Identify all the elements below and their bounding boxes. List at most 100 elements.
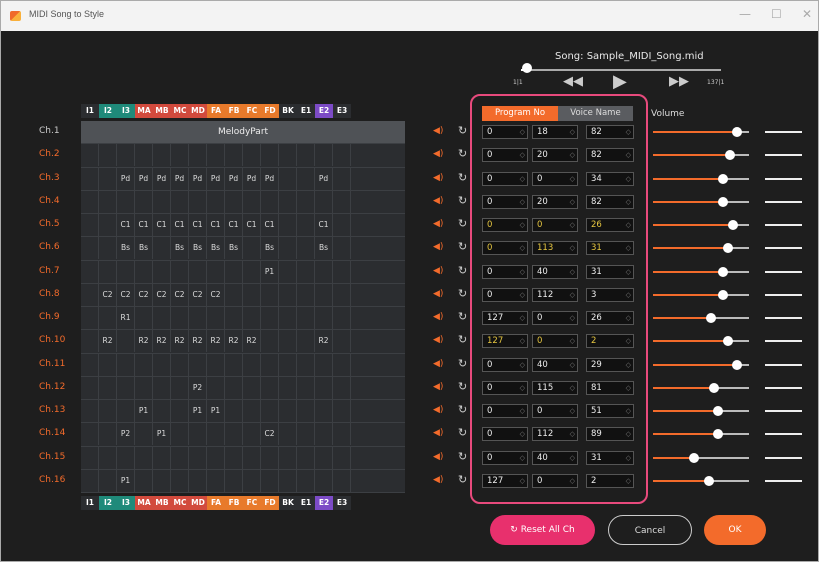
fast-forward-icon[interactable]: ▶▶ <box>669 74 689 89</box>
grid-cell[interactable] <box>225 283 243 306</box>
grid-cell[interactable] <box>225 144 243 167</box>
grid-cell[interactable]: C2 <box>189 283 207 306</box>
grid-cell[interactable] <box>171 469 189 492</box>
grid-cell[interactable] <box>207 307 225 329</box>
grid-cell[interactable] <box>243 376 261 399</box>
grid-cell[interactable] <box>315 446 333 469</box>
grid-cell[interactable] <box>279 260 297 283</box>
volume-slider[interactable] <box>653 247 749 250</box>
grid-cell[interactable] <box>117 190 135 213</box>
grid-cell[interactable] <box>171 260 189 283</box>
grid-cell[interactable] <box>117 330 135 353</box>
speaker-icon[interactable]: ◀) <box>433 266 443 276</box>
speaker-icon[interactable]: ◀) <box>433 382 443 392</box>
speaker-icon[interactable]: ◀) <box>433 359 443 369</box>
grid-cell[interactable] <box>297 446 315 469</box>
grid-cell[interactable] <box>99 214 117 236</box>
volume-knob[interactable] <box>718 196 729 207</box>
speaker-icon[interactable]: ◀) <box>433 289 443 299</box>
cancel-button[interactable]: Cancel <box>608 515 692 545</box>
grid-cell[interactable]: Pd <box>243 167 261 190</box>
grid-cell[interactable]: P1 <box>189 400 207 422</box>
grid-cell[interactable]: R2 <box>243 330 261 353</box>
grid-cell[interactable] <box>99 260 117 283</box>
grid-cell[interactable]: R2 <box>171 330 189 353</box>
grid-cell[interactable] <box>171 446 189 469</box>
grid-cell[interactable] <box>333 353 351 376</box>
volume-knob[interactable] <box>732 359 743 370</box>
pan-indicator[interactable] <box>765 270 802 273</box>
grid-cell[interactable]: C1 <box>243 214 261 236</box>
grid-cell[interactable] <box>261 330 279 353</box>
grid-cell[interactable] <box>333 376 351 399</box>
grid-cell[interactable]: Pd <box>189 167 207 190</box>
grid-cell[interactable] <box>171 423 189 446</box>
grid-cell[interactable] <box>243 446 261 469</box>
grid-cell[interactable] <box>81 167 99 190</box>
grid-cell[interactable] <box>297 330 315 353</box>
grid-cell[interactable] <box>99 353 117 376</box>
grid-cell[interactable] <box>135 144 153 167</box>
grid-cell[interactable] <box>99 376 117 399</box>
reset-channel-icon[interactable]: ↻ <box>458 333 467 346</box>
grid-cell[interactable] <box>261 144 279 167</box>
grid-cell[interactable] <box>279 400 297 422</box>
grid-cell[interactable] <box>261 400 279 422</box>
grid-cell[interactable]: R1 <box>117 307 135 329</box>
pan-indicator[interactable] <box>765 433 802 436</box>
volume-slider[interactable] <box>653 177 749 180</box>
grid-cell[interactable] <box>243 353 261 376</box>
grid-cell[interactable] <box>153 237 171 260</box>
grid-cell[interactable] <box>243 400 261 422</box>
reset-channel-icon[interactable]: ↻ <box>458 264 467 277</box>
reset-channel-icon[interactable]: ↻ <box>458 147 467 160</box>
grid-cell[interactable]: P2 <box>189 376 207 399</box>
grid-cell[interactable] <box>135 260 153 283</box>
grid-cell[interactable]: R2 <box>189 330 207 353</box>
grid-cell[interactable] <box>153 260 171 283</box>
grid-cell[interactable]: Bs <box>225 237 243 260</box>
grid-cell[interactable] <box>81 144 99 167</box>
volume-slider[interactable] <box>653 293 749 296</box>
grid-cell[interactable] <box>297 144 315 167</box>
tab-program-no[interactable]: Program No <box>482 106 558 121</box>
grid-cell[interactable] <box>279 214 297 236</box>
grid-cell[interactable] <box>243 469 261 492</box>
reset-channel-icon[interactable]: ↻ <box>458 217 467 230</box>
grid-cell[interactable] <box>171 376 189 399</box>
grid-cell[interactable] <box>225 260 243 283</box>
melody-part-bar[interactable]: MelodyPart <box>81 121 405 143</box>
grid-cell[interactable] <box>243 283 261 306</box>
reset-channel-icon[interactable]: ↻ <box>458 473 467 486</box>
volume-knob[interactable] <box>713 406 724 416</box>
speaker-icon[interactable]: ◀) <box>433 126 443 136</box>
grid-cell[interactable] <box>315 469 333 492</box>
pan-indicator[interactable] <box>765 154 802 157</box>
grid-cell[interactable]: C2 <box>117 283 135 306</box>
grid-cell[interactable]: R2 <box>99 330 117 353</box>
grid-cell[interactable]: P1 <box>207 400 225 422</box>
volume-slider[interactable] <box>653 433 749 436</box>
pan-indicator[interactable] <box>765 131 802 133</box>
grid-cell[interactable] <box>189 144 207 167</box>
grid-cell[interactable] <box>297 423 315 446</box>
volume-slider[interactable] <box>653 410 749 412</box>
grid-cell[interactable] <box>117 144 135 167</box>
grid-cell[interactable] <box>189 307 207 329</box>
grid-cell[interactable]: Bs <box>261 237 279 260</box>
grid-cell[interactable] <box>189 423 207 446</box>
grid-cell[interactable] <box>243 423 261 446</box>
grid-cell[interactable] <box>279 283 297 306</box>
grid-cell[interactable] <box>279 190 297 213</box>
grid-cell[interactable]: Bs <box>189 237 207 260</box>
grid-cell[interactable]: C2 <box>171 283 189 306</box>
grid-cell[interactable]: P1 <box>117 469 135 492</box>
volume-knob[interactable] <box>703 475 714 486</box>
grid-cell[interactable] <box>297 400 315 422</box>
reset-channel-icon[interactable]: ↻ <box>458 450 467 463</box>
reset-channel-icon[interactable]: ↻ <box>458 380 467 393</box>
grid-cell[interactable] <box>153 400 171 422</box>
grid-cell[interactable] <box>135 190 153 213</box>
grid-cell[interactable] <box>171 353 189 376</box>
grid-cell[interactable] <box>99 423 117 446</box>
